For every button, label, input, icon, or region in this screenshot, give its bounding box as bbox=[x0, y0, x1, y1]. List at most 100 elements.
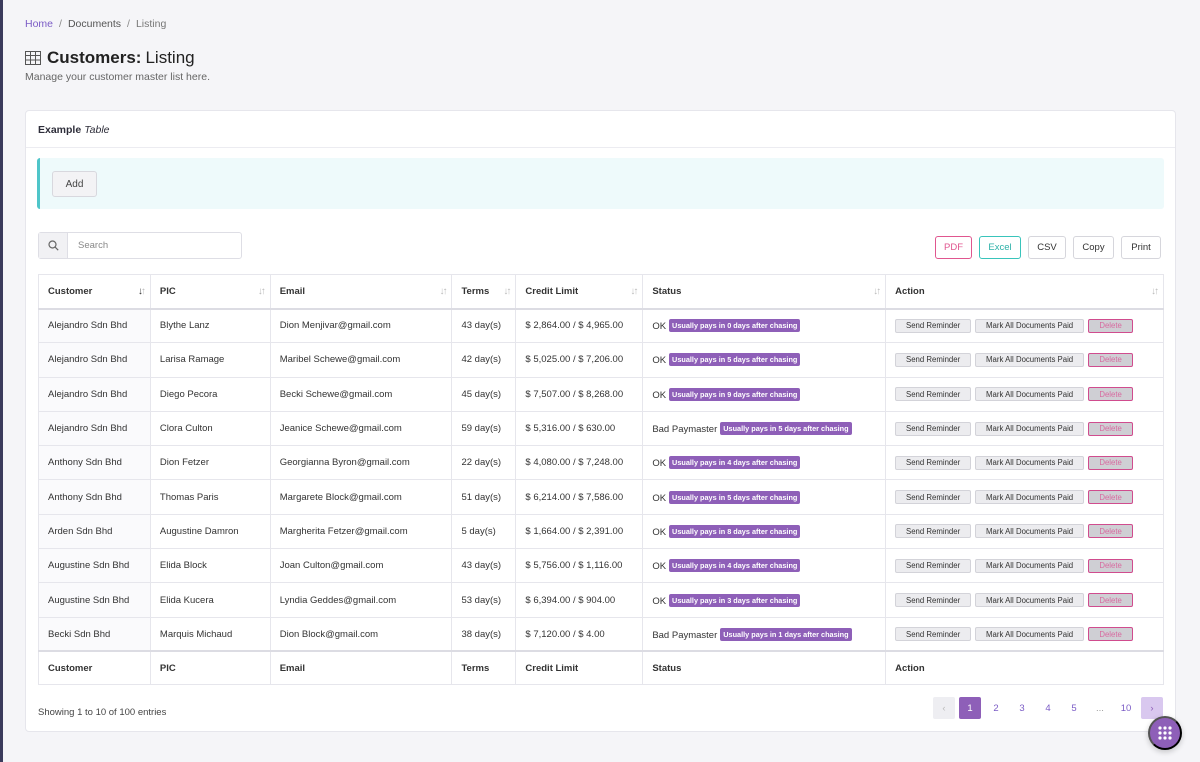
pagination-page-2[interactable]: 2 bbox=[985, 697, 1007, 719]
table-row[interactable]: Anthony Sdn Bhd Thomas Paris Margarete Blo… bbox=[38, 479, 1164, 515]
mark-all-paid-button[interactable]: Mark All Documents Paid bbox=[975, 593, 1085, 608]
send-reminder-button[interactable]: Send Reminder bbox=[895, 318, 972, 333]
breadcrumb-home[interactable]: Home bbox=[25, 18, 53, 30]
card-title: Example bbox=[38, 124, 82, 136]
page-title-sub: Listing bbox=[145, 48, 195, 67]
footer-action: Action bbox=[885, 650, 1164, 685]
card-title-italic: Table bbox=[84, 124, 110, 136]
cell-pic: Augustine Damron bbox=[149, 513, 271, 550]
pagination-page-4[interactable]: 4 bbox=[1037, 697, 1059, 719]
table-row[interactable]: Alejandro Sdn Bhd Clora Culton Jeanice Sch… bbox=[38, 410, 1164, 447]
delete-button[interactable]: Delete bbox=[1088, 627, 1134, 642]
window-edge bbox=[0, 0, 3, 762]
pagination-prev[interactable]: ‹ bbox=[933, 697, 955, 719]
cell-status: OK Usually pays in 0 days after chasing bbox=[642, 307, 887, 344]
cell-action: Send Reminder Mark All Documents Paid Dele… bbox=[885, 513, 1164, 550]
cell-credit-limit: $ 1,664.00 / $ 2,391.00 bbox=[515, 513, 644, 550]
breadcrumb-documents[interactable]: Documents bbox=[68, 18, 121, 30]
mark-all-paid-button[interactable]: Mark All Documents Paid bbox=[975, 421, 1085, 436]
column-header-customer[interactable]: Customer ↓↑ bbox=[38, 274, 151, 310]
cell-customer: Alejandro Sdn Bhd bbox=[38, 342, 151, 378]
send-reminder-button[interactable]: Send Reminder bbox=[895, 387, 972, 402]
table-row[interactable]: Augustine Sdn Bhd Elida Block Joan Culton@… bbox=[38, 548, 1164, 584]
export-csv-button[interactable]: CSV bbox=[1028, 236, 1066, 259]
column-header-pic[interactable]: PIC ↓↑ bbox=[149, 274, 271, 310]
export-pdf-button[interactable]: PDF bbox=[935, 236, 972, 259]
status-text: OK bbox=[652, 389, 667, 401]
delete-button[interactable]: Delete bbox=[1088, 421, 1134, 436]
delete-button[interactable]: Delete bbox=[1088, 455, 1134, 470]
table-row[interactable]: Alejandro Sdn Bhd Blythe Lanz Dion Menjiva… bbox=[38, 307, 1164, 344]
cell-credit-limit: $ 2,864.00 / $ 4,965.00 bbox=[515, 307, 644, 344]
mark-all-paid-button[interactable]: Mark All Documents Paid bbox=[975, 627, 1085, 642]
delete-button[interactable]: Delete bbox=[1088, 524, 1134, 539]
pagination-page-1[interactable]: 1 bbox=[959, 697, 981, 719]
footer-status: Status bbox=[642, 650, 887, 685]
mark-all-paid-button[interactable]: Mark All Documents Paid bbox=[975, 387, 1085, 402]
send-reminder-button[interactable]: Send Reminder bbox=[895, 558, 972, 573]
delete-button[interactable]: Delete bbox=[1088, 593, 1134, 608]
cell-pic: Elida Kucera bbox=[149, 582, 271, 618]
status-badge: Usually pays in 0 days after chasing bbox=[669, 319, 801, 333]
cell-status: OK Usually pays in 8 days after chasing bbox=[642, 513, 887, 550]
table-row[interactable]: Becki Sdn Bhd Marquis Michaud Dion Block@g… bbox=[38, 616, 1164, 652]
table-row[interactable]: Anthony Sdn Bhd Dion Fetzer Georgianna Byr… bbox=[38, 445, 1164, 481]
send-reminder-button[interactable]: Send Reminder bbox=[895, 593, 972, 608]
table-row[interactable]: Arden Sdn Bhd Augustine Damron Margherita … bbox=[38, 513, 1164, 550]
send-reminder-button[interactable]: Send Reminder bbox=[895, 490, 972, 505]
pagination-page-10[interactable]: 10 bbox=[1115, 697, 1137, 719]
mark-all-paid-button[interactable]: Mark All Documents Paid bbox=[975, 352, 1085, 367]
cell-terms: 5 day(s) bbox=[451, 513, 517, 550]
mark-all-paid-button[interactable]: Mark All Documents Paid bbox=[975, 455, 1085, 470]
cell-email: Becki Schewe@gmail.com bbox=[269, 376, 453, 412]
delete-button[interactable]: Delete bbox=[1088, 387, 1134, 402]
cell-credit-limit: $ 4,080.00 / $ 7,248.00 bbox=[515, 445, 644, 481]
search-input[interactable] bbox=[68, 233, 241, 258]
cell-pic: Dion Fetzer bbox=[149, 445, 271, 481]
delete-button[interactable]: Delete bbox=[1088, 558, 1134, 573]
pagination-page-3[interactable]: 3 bbox=[1011, 697, 1033, 719]
search-box bbox=[38, 232, 242, 259]
mark-all-paid-button[interactable]: Mark All Documents Paid bbox=[975, 558, 1085, 573]
copy-button[interactable]: Copy bbox=[1073, 236, 1114, 259]
print-button[interactable]: Print bbox=[1121, 236, 1161, 259]
cell-email: Maribel Schewe@gmail.com bbox=[269, 342, 453, 378]
sort-icon: ↓↑ bbox=[1151, 286, 1159, 297]
mark-all-paid-button[interactable]: Mark All Documents Paid bbox=[975, 524, 1085, 539]
cell-status: OK Usually pays in 9 days after chasing bbox=[642, 376, 887, 412]
cell-email: Dion Block@gmail.com bbox=[269, 616, 453, 652]
mark-all-paid-button[interactable]: Mark All Documents Paid bbox=[975, 318, 1085, 333]
column-header-status[interactable]: Status ↓↑ bbox=[642, 274, 887, 310]
table-row[interactable]: Augustine Sdn Bhd Elida Kucera Lyndia Gedd… bbox=[38, 582, 1164, 618]
cell-customer: Anthony Sdn Bhd bbox=[38, 445, 151, 481]
send-reminder-button[interactable]: Send Reminder bbox=[895, 455, 972, 470]
sort-icon: ↓↑ bbox=[630, 286, 638, 297]
status-text: OK bbox=[652, 595, 667, 607]
add-button[interactable]: Add bbox=[52, 171, 97, 197]
delete-button[interactable]: Delete bbox=[1088, 490, 1134, 505]
pagination-page-5[interactable]: 5 bbox=[1063, 697, 1085, 719]
footer-terms: Terms bbox=[451, 650, 517, 685]
column-header-action[interactable]: Action ↓↑ bbox=[885, 274, 1164, 310]
column-header-terms[interactable]: Terms ↓↑ bbox=[451, 274, 517, 310]
column-header-email[interactable]: Email ↓↑ bbox=[269, 274, 453, 310]
status-badge: Usually pays in 4 days after chasing bbox=[669, 456, 801, 470]
delete-button[interactable]: Delete bbox=[1088, 352, 1134, 367]
send-reminder-button[interactable]: Send Reminder bbox=[895, 627, 972, 642]
table-row[interactable]: Alejandro Sdn Bhd Diego Pecora Becki Schew… bbox=[38, 376, 1164, 412]
apps-grid-icon[interactable] bbox=[1148, 716, 1182, 750]
send-reminder-button[interactable]: Send Reminder bbox=[895, 524, 972, 539]
send-reminder-button[interactable]: Send Reminder bbox=[895, 352, 972, 367]
mark-all-paid-button[interactable]: Mark All Documents Paid bbox=[975, 490, 1085, 505]
cell-terms: 51 day(s) bbox=[451, 479, 517, 515]
export-excel-button[interactable]: Excel bbox=[979, 236, 1021, 259]
cell-pic: Elida Block bbox=[149, 548, 271, 584]
delete-button[interactable]: Delete bbox=[1088, 318, 1134, 333]
column-header-credit-limit[interactable]: Credit Limit ↓↑ bbox=[515, 274, 644, 310]
send-reminder-button[interactable]: Send Reminder bbox=[895, 421, 972, 436]
cell-pic: Diego Pecora bbox=[149, 376, 271, 412]
card-header: Example Table bbox=[26, 111, 1175, 148]
export-buttons: PDF Excel CSV Copy Print bbox=[935, 236, 1161, 259]
cell-customer: Anthony Sdn Bhd bbox=[38, 479, 151, 515]
table-row[interactable]: Alejandro Sdn Bhd Larisa Ramage Maribel Sc… bbox=[38, 342, 1164, 378]
